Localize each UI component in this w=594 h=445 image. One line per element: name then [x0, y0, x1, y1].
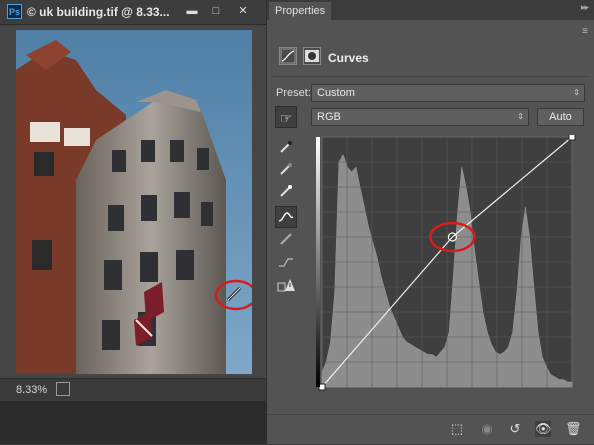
preset-dropdown[interactable]: Custom ⇕	[311, 84, 585, 102]
dropdown-arrows-icon: ⇕	[573, 88, 580, 97]
view-previous-state-icon[interactable]: ◉	[479, 421, 495, 437]
document-titlebar[interactable]: Ps © uk building.tif @ 8.33... ▬ □ ✕	[0, 0, 266, 25]
auto-button[interactable]: Auto	[537, 108, 584, 126]
curves-chart[interactable]	[316, 133, 578, 397]
output-gradient-bar	[316, 137, 320, 387]
channel-value: RGB	[317, 111, 341, 123]
divider	[273, 76, 588, 77]
document-window: Ps © uk building.tif @ 8.33... ▬ □ ✕ 8.3…	[0, 0, 266, 444]
photoshop-app-icon: Ps	[7, 4, 22, 19]
building-photo	[16, 30, 252, 374]
sample-gray-eyedropper-icon[interactable]	[275, 160, 297, 182]
properties-tabbar: Properties ▸▸	[267, 0, 594, 20]
sample-white-eyedropper-icon[interactable]	[275, 182, 297, 204]
preset-label: Preset:	[276, 87, 311, 99]
on-image-adjust-icon[interactable]: ☞	[275, 106, 297, 128]
maximize-button[interactable]: □	[207, 3, 225, 19]
panel-menu-icon[interactable]: ≡	[582, 26, 588, 37]
tab-properties[interactable]: Properties	[269, 2, 332, 20]
adjustment-title: Curves	[328, 51, 369, 65]
preset-value: Custom	[317, 87, 355, 99]
curves-graph[interactable]	[316, 133, 578, 397]
reset-icon[interactable]: ↺	[507, 421, 523, 437]
sample-black-eyedropper-icon[interactable]	[275, 138, 297, 160]
document-status-bar: 8.33%	[0, 378, 266, 401]
clip-to-layer-icon[interactable]: ⬚	[449, 421, 465, 437]
workspace-background	[0, 401, 266, 444]
share-icon[interactable]	[56, 382, 70, 396]
clipping-warning-icon[interactable]	[275, 276, 297, 298]
delete-trash-icon[interactable]: 🗑	[565, 421, 582, 437]
smooth-curve-icon[interactable]	[275, 252, 297, 274]
zoom-level[interactable]: 8.33%	[16, 384, 47, 396]
dropdown-arrows-icon: ⇕	[517, 112, 524, 121]
close-button[interactable]: ✕	[234, 3, 252, 19]
edit-points-curve-icon[interactable]	[275, 206, 297, 228]
image-canvas[interactable]	[16, 30, 252, 374]
collapse-panel-icon[interactable]: ▸▸	[581, 2, 589, 13]
channel-dropdown[interactable]: RGB ⇕	[311, 108, 529, 126]
layer-mask-icon[interactable]	[303, 47, 321, 65]
curve-endpoint	[568, 133, 576, 141]
panel-footer: ⬚ ◉ ↺ 👁 🗑	[267, 414, 594, 445]
curves-adjustment-icon[interactable]	[279, 47, 297, 65]
minimize-button[interactable]: ▬	[183, 3, 201, 19]
document-title: © uk building.tif @ 8.33...	[27, 5, 170, 19]
visibility-eye-icon[interactable]: 👁	[535, 421, 552, 437]
properties-panel: Properties ▸▸ ≡ Curves Preset: Custom ⇕ …	[266, 0, 594, 444]
draw-pencil-icon[interactable]	[275, 230, 297, 252]
